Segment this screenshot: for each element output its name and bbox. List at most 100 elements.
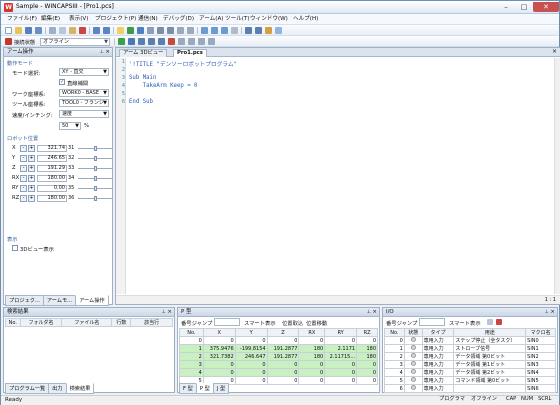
column-header[interactable]: タイプ: [421, 328, 455, 337]
table-cell[interactable]: 2.1171: [324, 344, 358, 353]
filter-icon[interactable]: [487, 319, 493, 325]
plus-button[interactable]: +: [28, 175, 35, 182]
code-line[interactable]: TakeArm Keep = 0: [129, 83, 198, 89]
table-cell[interactable]: 0: [356, 360, 378, 369]
step-out-icon[interactable]: [158, 38, 165, 45]
minus-button[interactable]: -: [20, 195, 27, 202]
column-header[interactable]: No.: [384, 328, 405, 337]
code-line[interactable]: Sub Main: [129, 75, 156, 81]
plus-button[interactable]: +: [28, 155, 35, 162]
slider-knob[interactable]: [94, 186, 97, 191]
table-cell[interactable]: 0: [356, 336, 378, 345]
compare-icon[interactable]: [147, 27, 154, 34]
redo-icon[interactable]: [103, 27, 110, 34]
code-line[interactable]: '!TITLE "デンソーロボットプログラム": [129, 59, 237, 68]
table-cell[interactable]: 0: [298, 376, 326, 385]
smart-display-button[interactable]: スマート表示: [244, 319, 276, 327]
tab-arm-3d-view[interactable]: アーム 3Dビュー: [119, 49, 168, 57]
table-row[interactable]: 4 専用入力 データ領域 第2ビット SIN4: [384, 368, 556, 377]
slider-knob[interactable]: [94, 176, 97, 181]
pin-icon[interactable]: ⊥: [367, 308, 371, 317]
speed-value-input[interactable]: 50 ▼: [59, 122, 81, 130]
table-cell[interactable]: 専用入力: [421, 344, 455, 353]
step-icon[interactable]: [138, 38, 145, 45]
transfer-icon[interactable]: [137, 27, 144, 34]
table-cell[interactable]: 専用入力: [421, 336, 455, 345]
column-header[interactable]: RY: [324, 328, 358, 337]
table-cell[interactable]: 0: [234, 368, 268, 377]
table-cell[interactable]: 3: [384, 360, 405, 369]
slider-knob[interactable]: [94, 146, 97, 151]
table-cell[interactable]: 0: [324, 376, 358, 385]
menu-window[interactable]: ウィンドウ(W): [248, 15, 290, 24]
table-cell[interactable]: 321.7382: [202, 352, 236, 361]
table-row[interactable]: 0000000: [179, 336, 378, 345]
maximize-button[interactable]: □: [515, 2, 533, 12]
tile-icon[interactable]: [255, 27, 262, 34]
table-row[interactable]: 1 375.9476 -199.8154 191.2877 180 2.1171 180: [179, 344, 378, 353]
close-button[interactable]: ✕: [533, 2, 559, 12]
table-row[interactable]: 2 321.7382 246.647 191.2877 180 2.11715... 180: [179, 352, 378, 361]
table-cell[interactable]: SIN0: [525, 336, 556, 345]
table-cell[interactable]: [453, 384, 527, 393]
table-cell[interactable]: 4: [179, 368, 204, 377]
table-cell[interactable]: 0: [202, 360, 236, 369]
status-led-icon[interactable]: [403, 360, 423, 369]
table-cell[interactable]: 0: [298, 360, 326, 369]
help-icon[interactable]: [275, 27, 282, 34]
table-cell[interactable]: 0: [298, 368, 326, 377]
close-icon[interactable]: ×: [167, 308, 172, 317]
new-file-icon[interactable]: [5, 27, 12, 34]
table-cell[interactable]: 6: [384, 384, 405, 393]
menu-view[interactable]: 表示(V): [67, 15, 90, 24]
column-header[interactable]: Z: [266, 328, 300, 337]
tab-project[interactable]: プロジェク...: [5, 295, 44, 306]
table-cell[interactable]: ステップ停止（全タスク）: [453, 336, 527, 345]
clear-bookmark-icon[interactable]: [231, 27, 238, 34]
table-cell[interactable]: 2: [384, 352, 405, 361]
slider-knob[interactable]: [94, 196, 97, 201]
plus-button[interactable]: +: [28, 165, 35, 172]
table-row[interactable]: 3000000: [179, 360, 378, 369]
table-cell[interactable]: 0: [324, 336, 358, 345]
move-position-button[interactable]: 位置移動: [306, 319, 327, 327]
delete-icon[interactable]: [79, 27, 86, 34]
column-header[interactable]: No.: [179, 328, 204, 337]
table-cell[interactable]: 180: [298, 352, 326, 361]
table-cell[interactable]: 1: [384, 344, 405, 353]
run-icon[interactable]: [118, 38, 125, 45]
table-cell[interactable]: 0: [356, 368, 378, 377]
speed-mode-select[interactable]: 速度 ▼: [59, 110, 109, 118]
arm-icon[interactable]: [208, 38, 215, 45]
copy-icon[interactable]: [59, 27, 66, 34]
table-cell[interactable]: データ領域 第1ビット: [453, 360, 527, 369]
status-led-icon[interactable]: [403, 352, 423, 361]
table-cell[interactable]: SIN4: [525, 368, 556, 377]
table-cell[interactable]: 191.2877: [266, 344, 300, 353]
save-icon[interactable]: [25, 27, 32, 34]
uncomment-icon[interactable]: [187, 27, 194, 34]
menu-help[interactable]: ヘルプ(H): [291, 15, 320, 24]
table-cell[interactable]: 専用入力: [421, 360, 455, 369]
tab-f-type[interactable]: F 型: [179, 383, 197, 394]
table-cell[interactable]: 0: [234, 336, 268, 345]
table-cell[interactable]: SIN1: [525, 344, 556, 353]
table-cell[interactable]: コマンド領域 第0ビット: [453, 376, 527, 385]
jog-slider[interactable]: [78, 156, 112, 161]
close-icon[interactable]: ×: [550, 308, 555, 317]
tool-coord-select[interactable]: TOOL0 - フランジ ▼: [59, 99, 109, 107]
table-cell[interactable]: 0: [266, 336, 300, 345]
menu-edit[interactable]: 編集(E): [39, 15, 62, 24]
plus-button[interactable]: +: [28, 145, 35, 152]
menu-project[interactable]: プロジェクト(P): [93, 15, 138, 24]
slider-knob[interactable]: [94, 166, 97, 171]
jump-input[interactable]: [214, 318, 240, 326]
comment-icon[interactable]: [177, 27, 184, 34]
column-header[interactable]: Y: [234, 328, 268, 337]
prev-bookmark-icon[interactable]: [221, 27, 228, 34]
table-cell[interactable]: 0: [266, 376, 300, 385]
table-cell[interactable]: 2: [179, 352, 204, 361]
table-cell[interactable]: 0: [298, 336, 326, 345]
status-led-icon[interactable]: [403, 376, 423, 385]
jog-slider[interactable]: [78, 166, 112, 171]
